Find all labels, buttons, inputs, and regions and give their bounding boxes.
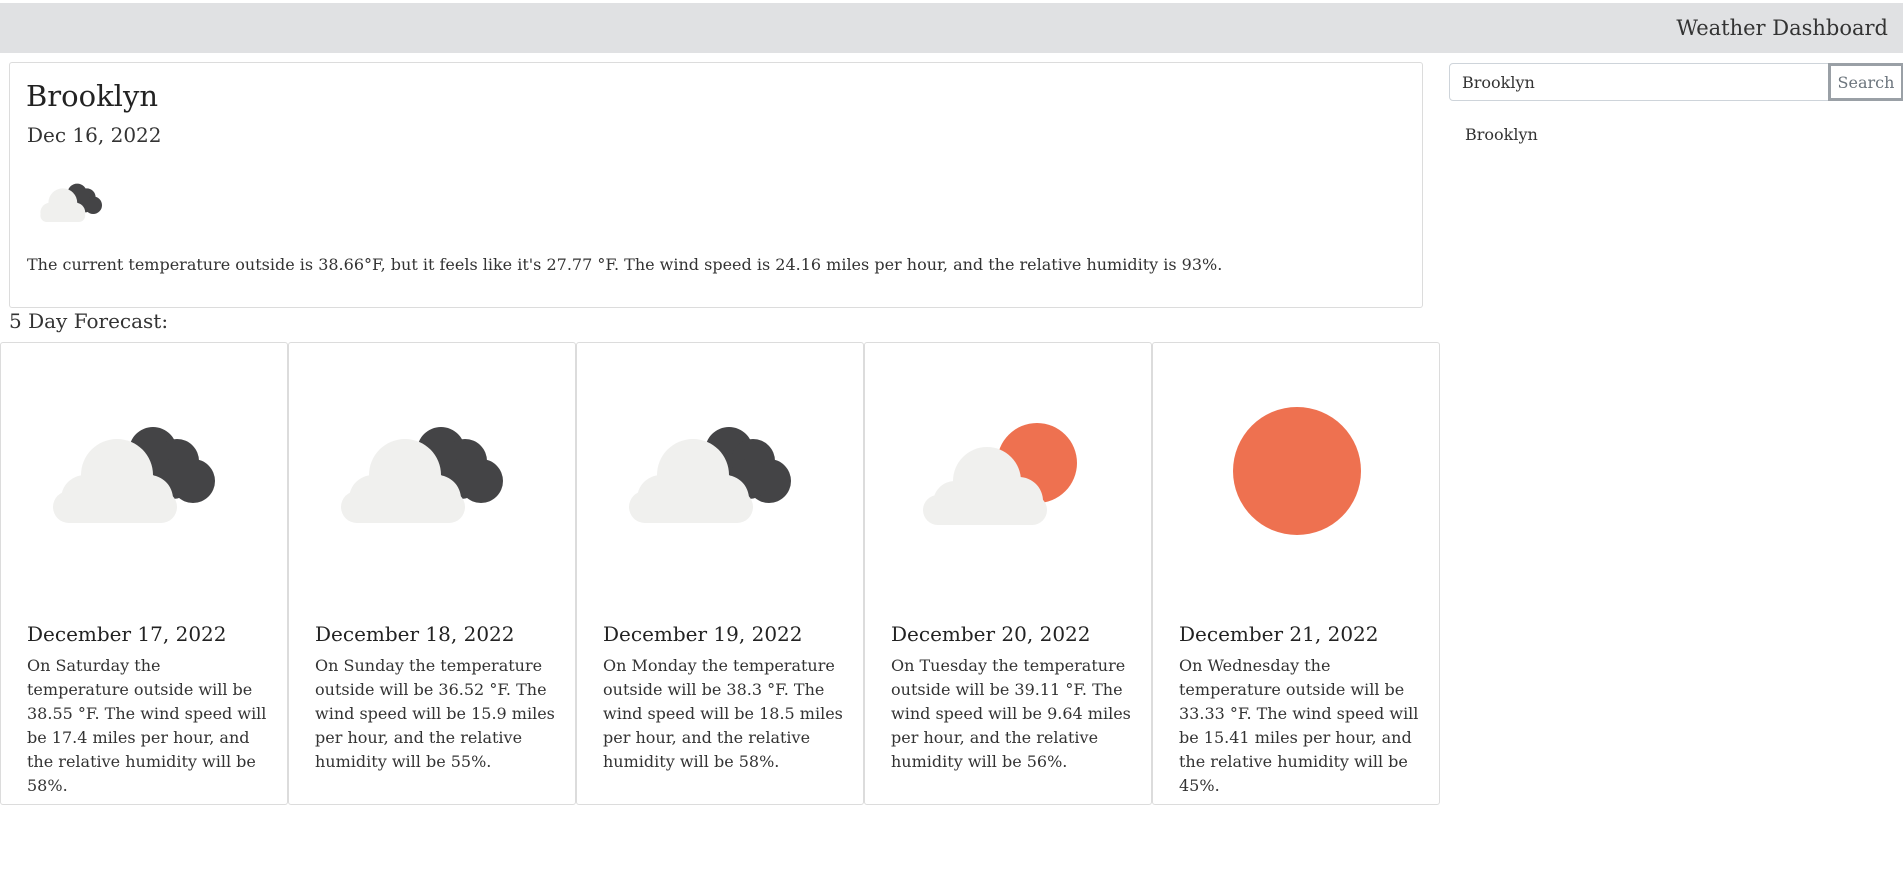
night-cloudy-icon xyxy=(40,183,102,222)
forecast-date: December 17, 2022 xyxy=(27,622,227,646)
forecast-card: December 18, 2022 On Sunday the temperat… xyxy=(288,342,576,805)
forecast-card: December 21, 2022 On Wednesday the tempe… xyxy=(1152,342,1440,805)
search-button[interactable]: Search xyxy=(1828,63,1903,101)
history-item-brooklyn[interactable]: Brooklyn xyxy=(1465,125,1538,144)
partly-sunny-icon xyxy=(923,423,1077,525)
night-cloudy-icon xyxy=(629,427,791,523)
forecast-heading: 5 Day Forecast: xyxy=(9,309,169,333)
forecast-date: December 19, 2022 xyxy=(603,622,803,646)
forecast-date: December 21, 2022 xyxy=(1179,622,1379,646)
forecast-description: On Monday the temperature outside will b… xyxy=(603,656,843,771)
app-title[interactable]: Weather Dashboard xyxy=(1676,16,1888,40)
forecast-date: December 18, 2022 xyxy=(315,622,515,646)
forecast-card: December 17, 2022 On Saturday the temper… xyxy=(0,342,288,805)
night-cloudy-icon xyxy=(341,427,503,523)
city-name: Brooklyn xyxy=(26,79,159,113)
forecast-description: On Tuesday the temperature outside will … xyxy=(891,656,1131,771)
sun-icon xyxy=(1233,407,1361,535)
current-date: Dec 16, 2022 xyxy=(27,123,162,147)
forecast-date: December 20, 2022 xyxy=(891,622,1091,646)
forecast-description: On Wednesday the temperature outside wil… xyxy=(1179,656,1419,795)
city-search-input[interactable] xyxy=(1449,63,1829,101)
night-cloudy-icon xyxy=(53,427,215,523)
current-description: The current temperature outside is 38.66… xyxy=(27,255,1223,274)
search-group: Search xyxy=(1449,63,1903,101)
forecast-description: On Sunday the temperature outside will b… xyxy=(315,656,555,771)
forecast-card: December 19, 2022 On Monday the temperat… xyxy=(576,342,864,805)
forecast-description: On Saturday the temperature outside will… xyxy=(27,656,267,795)
forecast-card: December 20, 2022 On Tuesday the tempera… xyxy=(864,342,1152,805)
top-navbar: Weather Dashboard xyxy=(0,3,1903,53)
current-weather-card: Brooklyn Dec 16, 2022 The current temper… xyxy=(9,62,1423,308)
